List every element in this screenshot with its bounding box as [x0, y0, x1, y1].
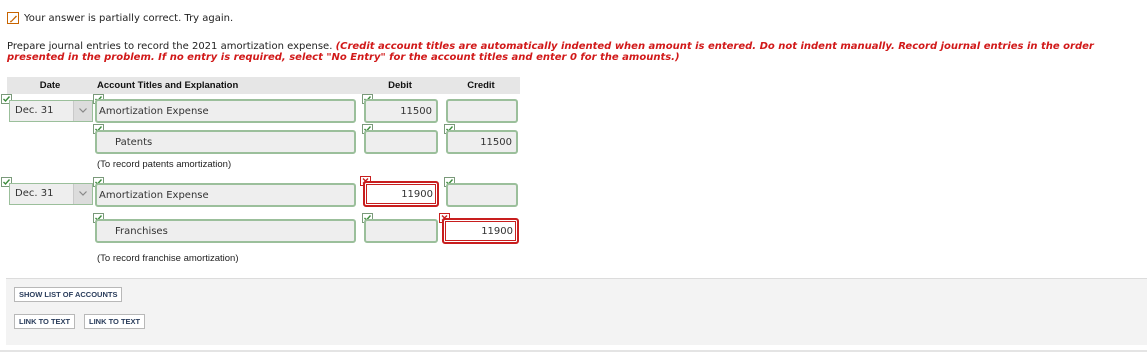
link-to-text-button[interactable]: LINK TO TEXT — [84, 314, 146, 329]
answer-status: Your answer is partially correct. Try ag… — [7, 12, 233, 24]
divider — [0, 350, 1147, 352]
chevron-down-icon[interactable] — [73, 101, 92, 121]
account-value: Amortization Expense — [99, 106, 209, 117]
account-field-entry1-row1[interactable]: Amortization Expense — [95, 99, 356, 123]
instructions-text: Prepare journal entries to record the 20… — [7, 41, 336, 52]
header-debit: Debit — [362, 77, 438, 94]
date-select-entry1[interactable]: Dec. 31 — [9, 100, 93, 122]
date-value: Dec. 31 — [15, 105, 54, 116]
instructions: Prepare journal entries to record the 20… — [7, 41, 1142, 63]
credit-field-entry2-row2[interactable]: 11900 — [442, 218, 519, 244]
debit-value: 11900 — [401, 189, 433, 200]
account-field-entry1-row2[interactable]: Patents — [95, 130, 356, 154]
header-credit: Credit — [442, 77, 520, 94]
account-field-entry2-row1[interactable]: Amortization Expense — [95, 183, 356, 207]
credit-value: 11500 — [480, 137, 512, 148]
header-date: Date — [7, 77, 93, 94]
credit-field-entry1-row2[interactable]: 11500 — [446, 130, 518, 154]
header-spacer — [355, 77, 362, 94]
debit-value: 11500 — [400, 106, 432, 117]
debit-field-entry1-row2[interactable] — [364, 130, 438, 154]
account-value: Franchises — [115, 226, 168, 237]
credit-value: 11900 — [481, 226, 513, 237]
account-value: Patents — [115, 137, 153, 148]
resources-panel: SHOW LIST OF ACCOUNTS LINK TO TEXT LINK … — [6, 278, 1147, 345]
debit-field-entry2-row2[interactable] — [364, 219, 438, 243]
account-field-entry2-row2[interactable]: Franchises — [95, 219, 356, 243]
chevron-down-icon[interactable] — [73, 184, 92, 204]
date-select-entry2[interactable]: Dec. 31 — [9, 183, 93, 205]
date-value: Dec. 31 — [15, 188, 54, 199]
account-value: Amortization Expense — [99, 190, 209, 201]
debit-field-entry1-row1[interactable]: 11500 — [364, 99, 438, 123]
link-to-text-button[interactable]: LINK TO TEXT — [14, 314, 76, 329]
entry1-explanation: (To record patents amortization) — [97, 159, 232, 170]
status-text: Your answer is partially correct. Try ag… — [24, 12, 234, 24]
credit-field-entry1-row1[interactable] — [446, 99, 518, 123]
partially-correct-icon — [7, 12, 19, 24]
entry2-explanation: (To record franchise amortization) — [97, 253, 239, 264]
show-list-of-accounts-button[interactable]: SHOW LIST OF ACCOUNTS — [14, 287, 123, 302]
debit-field-entry2-row1[interactable]: 11900 — [363, 181, 439, 207]
header-account: Account Titles and Explanation — [93, 77, 355, 94]
credit-field-entry2-row1[interactable] — [446, 183, 518, 207]
